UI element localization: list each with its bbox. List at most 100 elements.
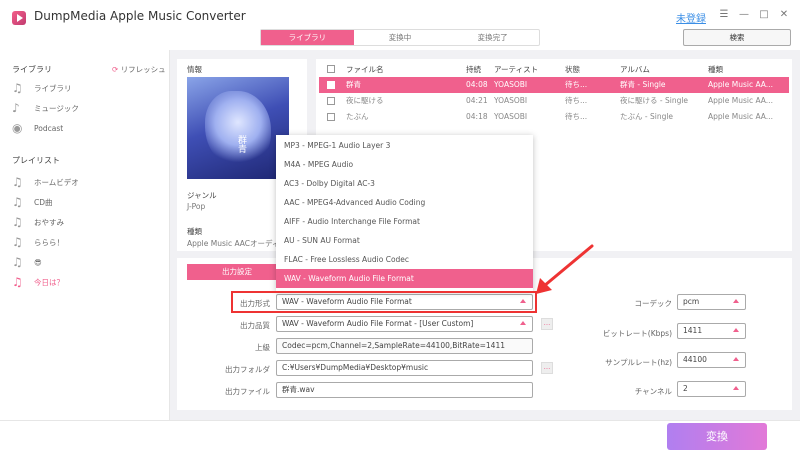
quality-label: 出力品質 bbox=[240, 321, 270, 330]
sidebar-item-playlist[interactable]: ♫ ホームビデオ bbox=[12, 175, 79, 189]
cell-status: 待ち... bbox=[565, 96, 588, 105]
dropdown-option[interactable]: AC3 - Dolby Digital AC-3 bbox=[276, 174, 533, 193]
podcast-icon: ◉ bbox=[12, 121, 23, 135]
file-name-field[interactable]: 群青.wav bbox=[276, 382, 533, 398]
register-link[interactable]: 未登録 bbox=[676, 10, 706, 25]
caret-up-icon bbox=[520, 321, 526, 325]
sidebar-item-label: ライブラリ bbox=[34, 83, 72, 93]
folder-field[interactable]: C:¥Users¥DumpMedia¥Desktop¥music bbox=[276, 360, 533, 376]
quality-select[interactable]: WAV - Waveform Audio File Format - [User… bbox=[276, 316, 533, 332]
browse-folder-button[interactable]: ... bbox=[541, 362, 553, 374]
dropdown-option[interactable]: AIFF - Audio Interchange File Format bbox=[276, 212, 533, 231]
info-heading: 情報 bbox=[187, 65, 202, 74]
sidebar-item-library[interactable]: ♫ ライブラリ bbox=[12, 81, 72, 95]
table-row[interactable]: 夜に駆ける 04:21 YOASOBI 待ち... 夜に駆ける - Single… bbox=[319, 93, 789, 109]
genre-value: J-Pop bbox=[187, 202, 206, 211]
bitrate-value: 1411 bbox=[683, 326, 703, 335]
maximize-icon[interactable]: □ bbox=[758, 9, 770, 21]
format-dropdown-list: MP3 - MPEG-1 Audio Layer 3 M4A - MPEG Au… bbox=[276, 135, 533, 291]
row-checkbox[interactable] bbox=[327, 97, 335, 105]
music-note-icon: ♫ bbox=[12, 195, 23, 209]
column-header-status[interactable]: 状態 bbox=[565, 64, 580, 75]
cell-name: 群青 bbox=[346, 80, 361, 89]
cell-album: 群青 - Single bbox=[620, 80, 666, 89]
column-header-duration[interactable]: 持続 bbox=[466, 64, 481, 75]
cell-kind: Apple Music AA... bbox=[708, 112, 773, 121]
sidebar-item-playlist[interactable]: ♫ おやすみ bbox=[12, 215, 64, 229]
minimize-icon[interactable]: — bbox=[738, 9, 750, 21]
music-note-icon: ♫ bbox=[12, 235, 23, 249]
channel-label: チャンネル bbox=[634, 387, 672, 396]
music-notes-icon: ♫ bbox=[12, 81, 23, 95]
sidebar-item-music[interactable]: ♪ ミュージック bbox=[12, 101, 79, 115]
codec-label: コーデック bbox=[634, 299, 673, 308]
caret-up-icon bbox=[733, 357, 739, 361]
channel-value: 2 bbox=[683, 384, 688, 393]
cell-kind: Apple Music AA... bbox=[708, 96, 773, 105]
select-all-checkbox[interactable] bbox=[327, 65, 335, 73]
menu-icon[interactable]: ☰ bbox=[718, 9, 730, 21]
sidebar-item-playlist[interactable]: ♫ 😎 bbox=[12, 255, 42, 269]
dropdown-option[interactable]: AU - SUN AU Format bbox=[276, 231, 533, 250]
channel-select[interactable]: 2 bbox=[677, 381, 746, 397]
sidebar-item-playlist[interactable]: ♫ CD曲 bbox=[12, 195, 53, 209]
column-header-artist[interactable]: アーティスト bbox=[494, 64, 538, 75]
dropdown-option[interactable]: M4A - MPEG Audio bbox=[276, 155, 533, 174]
playlist-heading: プレイリスト bbox=[12, 156, 60, 165]
library-heading: ライブラリ bbox=[12, 65, 52, 74]
samplerate-label: サンプルレート(hz) bbox=[605, 358, 672, 367]
sidebar-item-label: Podcast bbox=[34, 123, 64, 133]
tab-library[interactable]: ライブラリ bbox=[261, 30, 354, 45]
samplerate-select[interactable]: 44100 bbox=[677, 352, 746, 368]
convert-button[interactable]: 変換 bbox=[667, 423, 767, 450]
sidebar-item-playlist-active[interactable]: ♫ 今日は？ bbox=[12, 275, 64, 289]
tab-completed[interactable]: 変換完了 bbox=[446, 30, 539, 45]
sidebar-item-label: CD曲 bbox=[34, 197, 53, 207]
cell-status: 待ち... bbox=[565, 112, 588, 121]
caret-up-icon bbox=[733, 328, 739, 332]
sidebar-item-playlist[interactable]: ♫ ららら！ bbox=[12, 235, 64, 249]
refresh-label: リフレッシュ bbox=[120, 65, 166, 74]
codec-select[interactable]: pcm bbox=[677, 294, 746, 310]
output-settings-tab[interactable]: 出力設定 bbox=[187, 264, 287, 280]
quality-value: WAV - Waveform Audio File Format - [User… bbox=[282, 319, 474, 328]
kind-label: 種類 bbox=[187, 227, 202, 236]
row-checkbox[interactable] bbox=[327, 81, 335, 89]
genre-label: ジャンル bbox=[187, 191, 217, 200]
cell-artist: YOASOBI bbox=[494, 80, 528, 89]
music-note-icon: ♫ bbox=[12, 175, 23, 189]
refresh-icon: ⟳ bbox=[112, 65, 119, 74]
close-icon[interactable]: ✕ bbox=[778, 9, 790, 21]
cell-duration: 04:21 bbox=[466, 96, 488, 105]
highlight-box bbox=[231, 291, 537, 313]
dropdown-option[interactable]: AAC - MPEG4-Advanced Audio Coding bbox=[276, 193, 533, 212]
arrow-icon bbox=[536, 244, 594, 294]
table-row[interactable]: 群青 04:08 YOASOBI 待ち... 群青 - Single Apple… bbox=[319, 77, 789, 93]
dropdown-option[interactable]: MP3 - MPEG-1 Audio Layer 3 bbox=[276, 136, 533, 155]
bitrate-select[interactable]: 1411 bbox=[677, 323, 746, 339]
sidebar-item-label: ホームビデオ bbox=[34, 177, 79, 187]
sidebar-item-label: ららら！ bbox=[34, 237, 64, 247]
music-note-icon: ♫ bbox=[12, 275, 23, 289]
music-note-icon: ♪ bbox=[12, 101, 20, 115]
row-checkbox[interactable] bbox=[327, 113, 335, 121]
sidebar-item-label: おやすみ bbox=[34, 217, 64, 227]
refresh-button[interactable]: ⟳ リフレッシュ bbox=[112, 64, 166, 75]
column-header-name[interactable]: ファイル名 bbox=[346, 64, 384, 75]
search-button[interactable]: 検索 bbox=[683, 29, 791, 46]
caret-up-icon bbox=[733, 299, 739, 303]
bitrate-label: ビットレート(Kbps) bbox=[602, 329, 672, 338]
sidebar-item-label: 😎 bbox=[34, 257, 42, 267]
table-row[interactable]: たぶん 04:18 YOASOBI 待ち... たぶん - Single App… bbox=[319, 109, 789, 125]
dropdown-option[interactable]: FLAC - Free Lossless Audio Codec bbox=[276, 250, 533, 269]
quality-edit-button[interactable]: ... bbox=[541, 318, 553, 330]
column-header-album[interactable]: アルバム bbox=[620, 64, 650, 75]
cover-text: 群青 bbox=[236, 135, 246, 153]
cell-duration: 04:18 bbox=[466, 112, 488, 121]
tab-converting[interactable]: 変換中 bbox=[354, 30, 447, 45]
sidebar-item-podcast[interactable]: ◉ Podcast bbox=[12, 121, 63, 135]
samplerate-value: 44100 bbox=[683, 355, 707, 364]
column-header-kind[interactable]: 種類 bbox=[708, 64, 723, 75]
cell-album: 夜に駆ける - Single bbox=[620, 96, 689, 105]
dropdown-option-selected[interactable]: WAV - Waveform Audio File Format bbox=[276, 269, 533, 288]
